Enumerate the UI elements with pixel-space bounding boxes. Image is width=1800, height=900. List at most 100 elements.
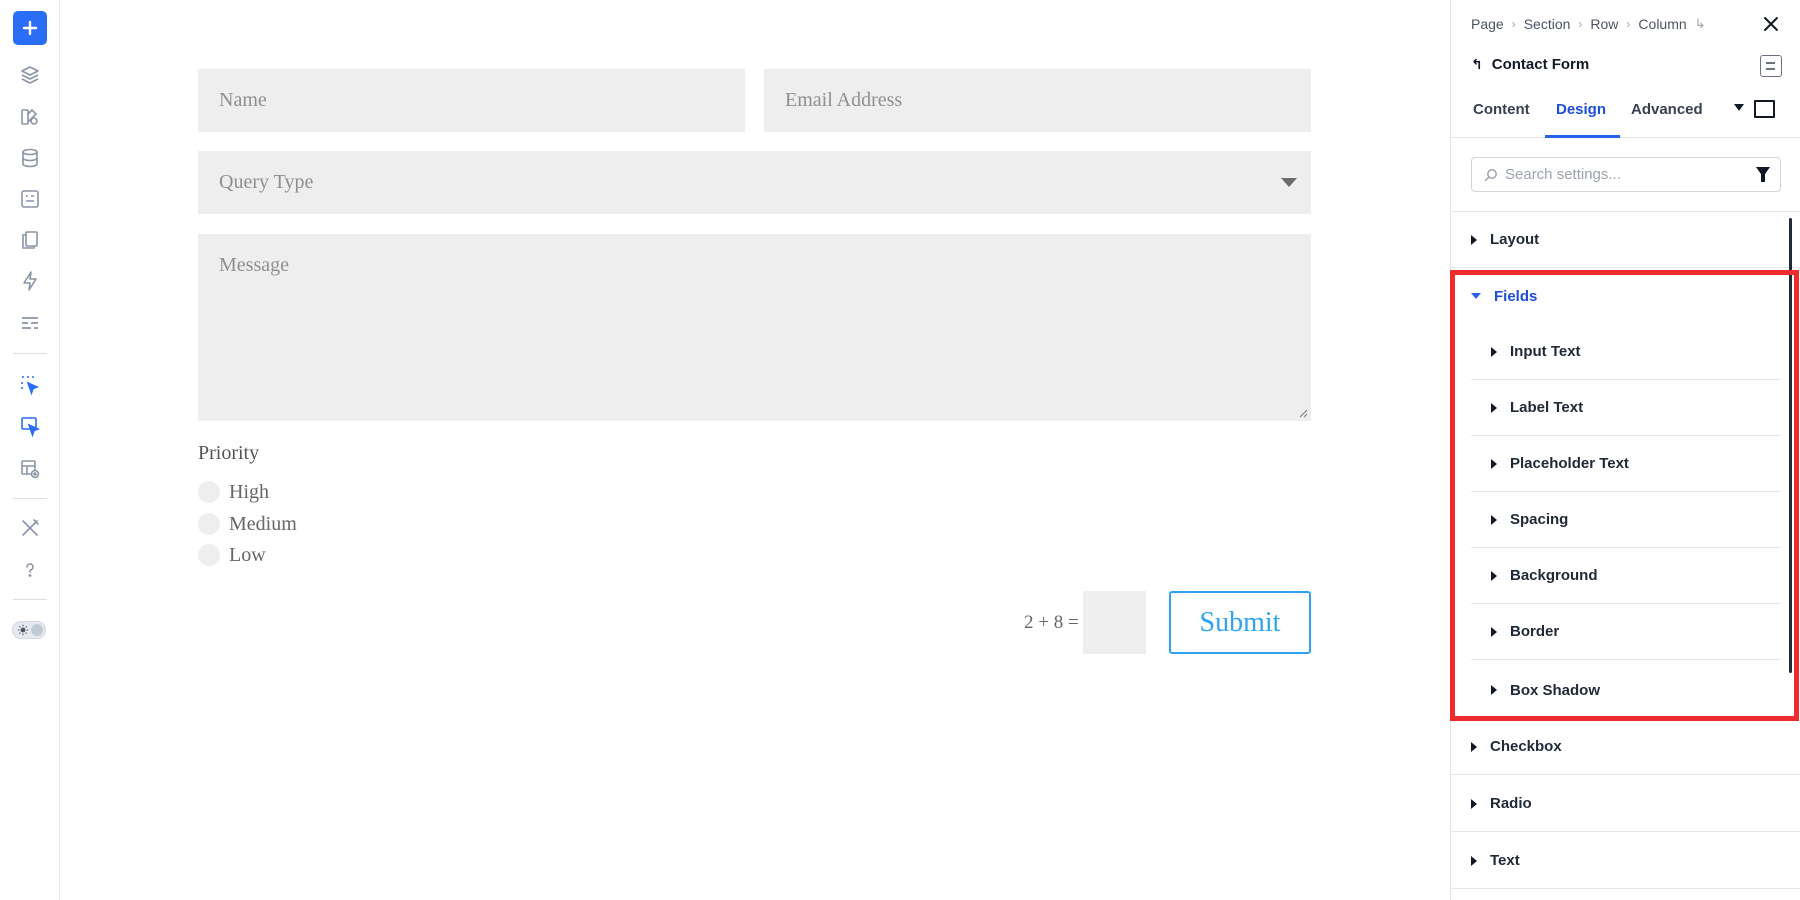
priority-radio-high[interactable]: High xyxy=(198,479,269,505)
name-placeholder: Name xyxy=(219,89,267,111)
toolbar-divider xyxy=(13,353,47,354)
caret-right-icon xyxy=(1471,741,1477,752)
group-label: Text xyxy=(1490,852,1520,869)
subgroup-box-shadow[interactable]: Box Shadow xyxy=(1471,662,1781,718)
email-placeholder: Email Address xyxy=(785,89,903,111)
caret-down-icon xyxy=(1281,178,1297,187)
priority-radio-medium[interactable]: Medium xyxy=(198,511,297,537)
select-pointer-icon[interactable] xyxy=(13,368,47,402)
desktop-view-icon[interactable] xyxy=(1754,100,1775,118)
group-label: Layout xyxy=(1490,231,1540,248)
group-text[interactable]: Text xyxy=(1451,833,1800,889)
paint-palette-icon[interactable] xyxy=(13,100,47,134)
plus-icon[interactable] xyxy=(13,11,47,45)
name-field[interactable]: Name xyxy=(198,69,745,132)
group-checkbox[interactable]: Checkbox xyxy=(1451,719,1800,775)
search-placeholder: Search settings... xyxy=(1505,166,1621,183)
left-toolbar xyxy=(0,0,60,900)
content-module-icon[interactable] xyxy=(13,182,47,216)
chevron-right-icon: › xyxy=(1511,17,1516,31)
caret-right-icon xyxy=(1471,234,1477,245)
help-icon[interactable] xyxy=(13,553,47,587)
back-arrow-icon[interactable]: ↰ xyxy=(1471,56,1483,73)
toolbar-divider xyxy=(13,498,47,499)
chevron-right-icon: › xyxy=(1578,17,1583,31)
email-field[interactable]: Email Address xyxy=(764,69,1311,132)
captcha-input[interactable] xyxy=(1083,591,1146,654)
resize-grip-icon[interactable] xyxy=(1298,408,1308,418)
subgroup-input-text[interactable]: Input Text xyxy=(1471,324,1781,380)
filter-icon[interactable] xyxy=(1756,167,1770,182)
radio-dot[interactable] xyxy=(198,513,220,535)
radio-label: Medium xyxy=(229,512,297,535)
captcha-question: 2 + 8 = xyxy=(1024,612,1079,633)
layout-preview-icon[interactable] xyxy=(13,452,47,486)
module-menu-icon[interactable] xyxy=(1760,55,1782,77)
group-label: Checkbox xyxy=(1490,738,1562,755)
close-icon[interactable] xyxy=(1760,13,1782,35)
group-label: Radio xyxy=(1490,795,1532,812)
toolbar-divider xyxy=(13,599,47,600)
tab-design[interactable]: Design xyxy=(1545,94,1620,138)
caret-right-icon xyxy=(1491,514,1497,525)
layers-icon[interactable] xyxy=(13,58,47,92)
caret-right-icon xyxy=(1491,346,1497,357)
builder-canvas: Name Email Address Query Type Message Pr… xyxy=(60,0,1450,900)
breadcrumb-row[interactable]: Row xyxy=(1590,16,1618,32)
caret-right-icon xyxy=(1471,855,1477,866)
module-title: ↰ Contact Form xyxy=(1471,56,1589,73)
group-layout[interactable]: Layout xyxy=(1451,212,1800,268)
subgroup-label-text[interactable]: Label Text xyxy=(1471,380,1781,436)
priority-radio-low[interactable]: Low xyxy=(198,542,266,568)
panel-scrollbar[interactable] xyxy=(1789,218,1792,673)
caret-right-icon xyxy=(1491,402,1497,413)
group-fields[interactable]: Fields xyxy=(1451,268,1800,324)
group-radio[interactable]: Radio xyxy=(1451,776,1800,832)
subgroup-label: Label Text xyxy=(1510,399,1584,416)
breadcrumb-section[interactable]: Section xyxy=(1524,16,1571,32)
priority-label: Priority xyxy=(198,442,260,464)
subgroup-label: Placeholder Text xyxy=(1510,455,1629,472)
subgroup-background[interactable]: Background xyxy=(1471,548,1781,604)
subgroup-label: Input Text xyxy=(1510,343,1581,360)
settings-panel: Page › Section › Row › Column ↳ ↰ Contac… xyxy=(1450,0,1800,900)
database-icon[interactable] xyxy=(13,141,47,175)
caret-down-icon[interactable] xyxy=(1734,104,1744,111)
settings-search-input[interactable]: Search settings... xyxy=(1471,157,1781,192)
goto-icon[interactable]: ↳ xyxy=(1695,16,1706,32)
subgroup-label: Border xyxy=(1510,623,1560,640)
breadcrumb-page[interactable]: Page xyxy=(1471,16,1504,32)
form-layout-icon[interactable] xyxy=(13,306,47,340)
theme-toggle-icon[interactable] xyxy=(12,621,46,639)
radio-label: Low xyxy=(229,543,266,566)
subgroup-spacing[interactable]: Spacing xyxy=(1471,492,1781,548)
select-pointer-active-icon[interactable] xyxy=(13,409,47,443)
breadcrumb: Page › Section › Row › Column ↳ xyxy=(1471,15,1706,33)
tools-icon[interactable] xyxy=(13,511,47,545)
breadcrumb-column[interactable]: Column xyxy=(1638,16,1686,32)
settings-tabs: Content Design Advanced xyxy=(1451,94,1800,138)
subgroup-border[interactable]: Border xyxy=(1471,604,1781,660)
chevron-right-icon: › xyxy=(1626,17,1631,31)
radio-dot[interactable] xyxy=(198,544,220,566)
lightning-icon[interactable] xyxy=(13,264,47,298)
subgroup-placeholder-text[interactable]: Placeholder Text xyxy=(1471,436,1781,492)
radio-dot[interactable] xyxy=(198,481,220,503)
caret-right-icon xyxy=(1491,570,1497,581)
pages-icon[interactable] xyxy=(13,223,47,257)
query-type-select[interactable]: Query Type xyxy=(198,151,1311,214)
subgroup-label: Spacing xyxy=(1510,511,1569,528)
tab-content[interactable]: Content xyxy=(1473,94,1530,138)
message-textarea[interactable]: Message xyxy=(198,234,1311,421)
submit-button[interactable]: Submit xyxy=(1169,591,1311,654)
caret-right-icon xyxy=(1491,458,1497,469)
module-title-text: Contact Form xyxy=(1491,56,1590,73)
search-icon xyxy=(1484,168,1497,181)
message-placeholder: Message xyxy=(219,254,289,276)
tab-advanced[interactable]: Advanced xyxy=(1631,94,1703,138)
toggle-knob xyxy=(31,624,43,636)
subgroup-label: Background xyxy=(1510,567,1598,584)
caret-right-icon xyxy=(1471,798,1477,809)
radio-label: High xyxy=(229,480,269,503)
caret-right-icon xyxy=(1491,626,1497,637)
